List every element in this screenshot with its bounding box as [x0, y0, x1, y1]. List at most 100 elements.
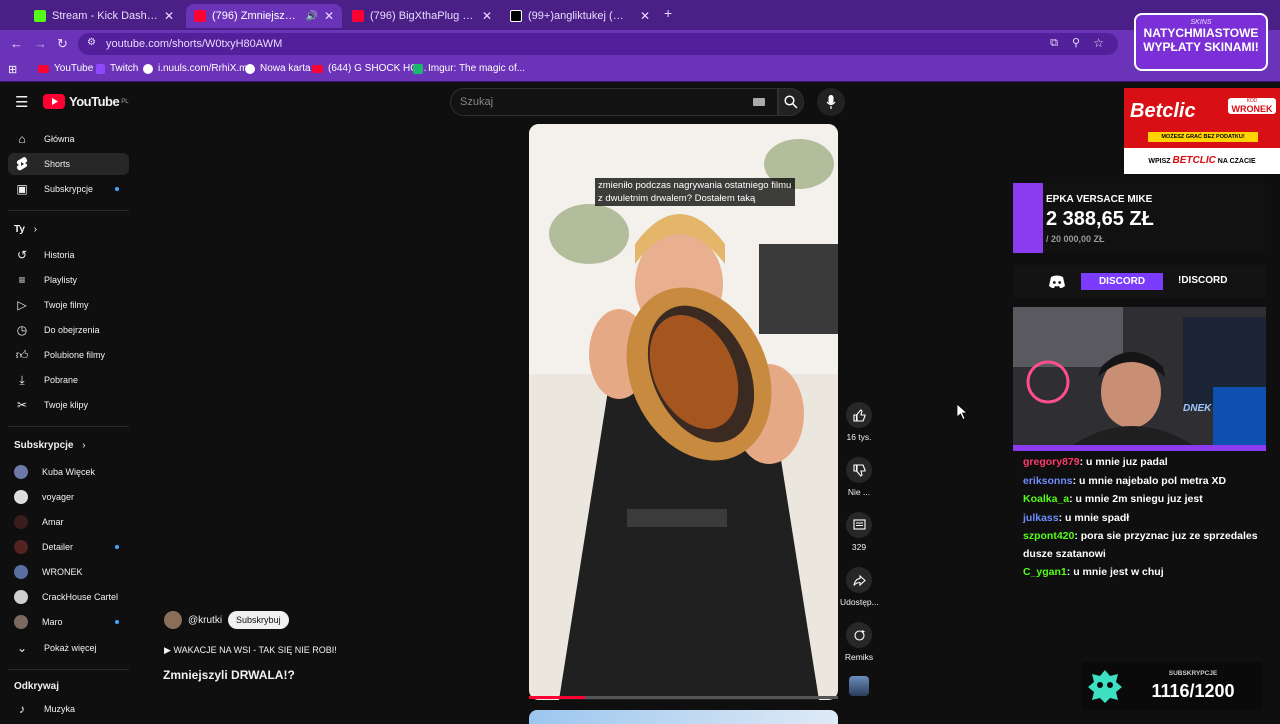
- sound-thumbnail[interactable]: [849, 676, 869, 696]
- mouse-cursor-icon: [957, 404, 969, 420]
- avatar: [14, 465, 28, 479]
- sidebar-item-subscriptions[interactable]: ▣ Subskrypcje: [8, 178, 129, 200]
- new-tab-button[interactable]: +: [664, 5, 672, 21]
- playlist-icon: ≡: [18, 273, 26, 287]
- remix-icon: [846, 622, 872, 648]
- dislike-button[interactable]: Nie ...: [840, 457, 878, 497]
- sidebar-item-clips[interactable]: ✂ Twoje klipy: [8, 394, 129, 416]
- avatar: [14, 490, 28, 504]
- bookmark-star-icon[interactable]: ☆: [1093, 36, 1104, 50]
- video-progress-bar[interactable]: [529, 696, 838, 699]
- search-button[interactable]: [778, 88, 804, 116]
- discord-overlay: DISCORD !DISCORD: [1013, 265, 1265, 298]
- tab-youtube-short[interactable]: (796) Zmniejszyli DRWALA!? 🔊 ✕: [186, 4, 342, 28]
- donation-goal-overlay: EPKA VERSACE MIKE 2 388,65 ZŁ / 20 000,0…: [1013, 183, 1265, 253]
- sidebar-sub-maro[interactable]: Maro: [8, 611, 129, 633]
- channel-name[interactable]: @krutki: [188, 615, 222, 626]
- mic-icon: [826, 95, 836, 109]
- keyboard-icon[interactable]: [753, 98, 765, 106]
- sidebar-item-your-videos[interactable]: ▷ Twoje filmy: [8, 294, 129, 316]
- discord-command: !DISCORD: [1178, 275, 1228, 286]
- bookmark-label: Imgur: The magic of...: [428, 63, 526, 74]
- bookmark-gshock[interactable]: (644) G SHOCK HO...: [312, 63, 426, 74]
- video-title[interactable]: Zmniejszyli DRWALA!?: [163, 668, 295, 682]
- sidebar-item-watch-later[interactable]: ◷ Do obejrzenia: [8, 319, 129, 341]
- sidebar-sub-kuba-wiecek[interactable]: Kuba Więcek: [8, 461, 129, 483]
- sidebar-item-shorts[interactable]: Shorts: [8, 153, 129, 175]
- search-input[interactable]: Szukaj: [450, 88, 778, 116]
- close-icon[interactable]: ✕: [640, 9, 650, 23]
- sidebar-item-label: Twoje filmy: [44, 300, 89, 310]
- channel-avatar[interactable]: [164, 611, 182, 629]
- voice-search-button[interactable]: [817, 88, 845, 116]
- like-button[interactable]: 16 tys.: [840, 402, 878, 442]
- sidebar-sub-detailer[interactable]: Detailer: [8, 536, 129, 558]
- twitch-icon: [96, 63, 105, 74]
- chat-message: eriksonns: u mnie najebalo pol metra XD: [1023, 472, 1263, 491]
- sidebar-show-more[interactable]: ⌄ Pokaż więcej: [8, 637, 129, 659]
- sidebar-item-label: Subskrypcje: [44, 184, 94, 194]
- subscribe-button[interactable]: Subskrybuj: [228, 611, 289, 629]
- forward-icon[interactable]: →: [34, 36, 47, 51]
- discord-button: DISCORD: [1081, 273, 1163, 290]
- bookmark-twitch[interactable]: Twitch: [96, 63, 138, 74]
- sidebar-sub-amar[interactable]: Amar: [8, 511, 129, 533]
- remix-button[interactable]: Remiks: [840, 622, 878, 662]
- sidebar-item-liked[interactable]: 👍︎ Polubione filmy: [8, 344, 129, 366]
- video-sound[interactable]: ▶ WAKACJE NA WSI - TAK SIĘ NIE ROBI!: [164, 645, 337, 656]
- zoom-icon[interactable]: ⚲: [1072, 36, 1080, 49]
- install-icon[interactable]: ⧉: [1050, 37, 1058, 50]
- sidebar-item-home[interactable]: ⌂ Główna: [8, 128, 129, 150]
- promo-line2: WYPŁATY SKINAMI!: [1143, 40, 1259, 54]
- reload-icon[interactable]: ↻: [57, 36, 68, 52]
- home-icon: ⌂: [18, 132, 26, 146]
- sidebar-sub-crackhouse-cartel[interactable]: CrackHouse Cartel: [8, 586, 129, 608]
- sidebar-item-music[interactable]: ♪ Muzyka: [8, 698, 129, 720]
- sidebar-sub-voyager[interactable]: voyager: [8, 486, 129, 508]
- close-icon[interactable]: ✕: [324, 9, 334, 23]
- back-icon[interactable]: ←: [10, 36, 23, 51]
- sidebar-item-playlists[interactable]: ≡ Playlisty: [8, 269, 129, 291]
- new-content-dot: [115, 620, 119, 624]
- explore-section-header: Odkrywaj: [14, 681, 59, 692]
- close-icon[interactable]: ✕: [164, 9, 174, 23]
- sidebar-item-label: Detailer: [42, 542, 74, 552]
- youtube-favicon-icon: [194, 10, 206, 22]
- short-video-player[interactable]: zmieniło podczas nagrywania ostatniego f…: [529, 124, 838, 700]
- sidebar-item-downloads[interactable]: ⤓ Pobrane: [8, 369, 129, 391]
- thumbs-up-icon: [846, 402, 872, 428]
- video-caption: zmieniło podczas nagrywania ostatniego f…: [595, 178, 795, 206]
- comments-button[interactable]: 329: [840, 512, 878, 552]
- avatar: [14, 565, 28, 579]
- progress-fill: [529, 696, 585, 699]
- sidebar-item-label: Polubione filmy: [44, 350, 106, 360]
- tab-bigxthaplug[interactable]: (796) BigXthaPlug - Cold feat. I ✕: [344, 4, 500, 28]
- bookmark-new-tab[interactable]: Nowa karta: [245, 63, 311, 74]
- sidebar-item-history[interactable]: ↺ Historia: [8, 244, 129, 266]
- url-bar[interactable]: ⚙ youtube.com/shorts/W0txyH80AWM ⧉ ⚲ ☆: [78, 33, 1118, 55]
- you-section-header[interactable]: Ty ›: [14, 224, 37, 235]
- tab-tiktok[interactable]: (99+)angliktukej (@angliktukej ✕: [502, 4, 658, 28]
- youtube-logo[interactable]: YouTube PL: [43, 94, 129, 109]
- sidebar-item-label: Maro: [42, 617, 63, 627]
- close-icon[interactable]: ✕: [482, 9, 492, 23]
- goal-progress-fill: [1013, 183, 1043, 253]
- bookmark-imgur[interactable]: Imgur: The magic of...: [413, 63, 525, 74]
- sidebar: ⌂ Główna Shorts ▣ Subskrypcje Ty › ↺ His…: [0, 122, 138, 720]
- stream-chat-overlay: gregory879: u mnie juz padal eriksonns: …: [1023, 453, 1263, 582]
- speaker-icon[interactable]: 🔊: [305, 11, 317, 22]
- menu-icon[interactable]: ☰: [15, 93, 28, 111]
- share-icon: [846, 567, 872, 593]
- tab-kick-dashboard[interactable]: Stream - Kick Dashboard ✕: [26, 4, 182, 28]
- bookmark-label: i.nuuls.com/RrhiX.m...: [158, 63, 256, 74]
- site-info-icon[interactable]: ⚙: [87, 37, 96, 48]
- bookmark-nuuls[interactable]: i.nuuls.com/RrhiX.m...: [143, 63, 256, 74]
- apps-icon[interactable]: ⊞: [8, 63, 17, 76]
- sidebar-item-label: Amar: [42, 517, 64, 527]
- next-short-preview[interactable]: [529, 710, 838, 724]
- bookmark-youtube[interactable]: YouTube: [38, 63, 93, 74]
- sidebar-sub-wronek[interactable]: WRONEK: [8, 561, 129, 583]
- subscriptions-section-header[interactable]: Subskrypcje ›: [14, 440, 86, 451]
- share-button[interactable]: Udostęp...: [840, 567, 879, 607]
- chat-username: szpont420: [1023, 530, 1075, 542]
